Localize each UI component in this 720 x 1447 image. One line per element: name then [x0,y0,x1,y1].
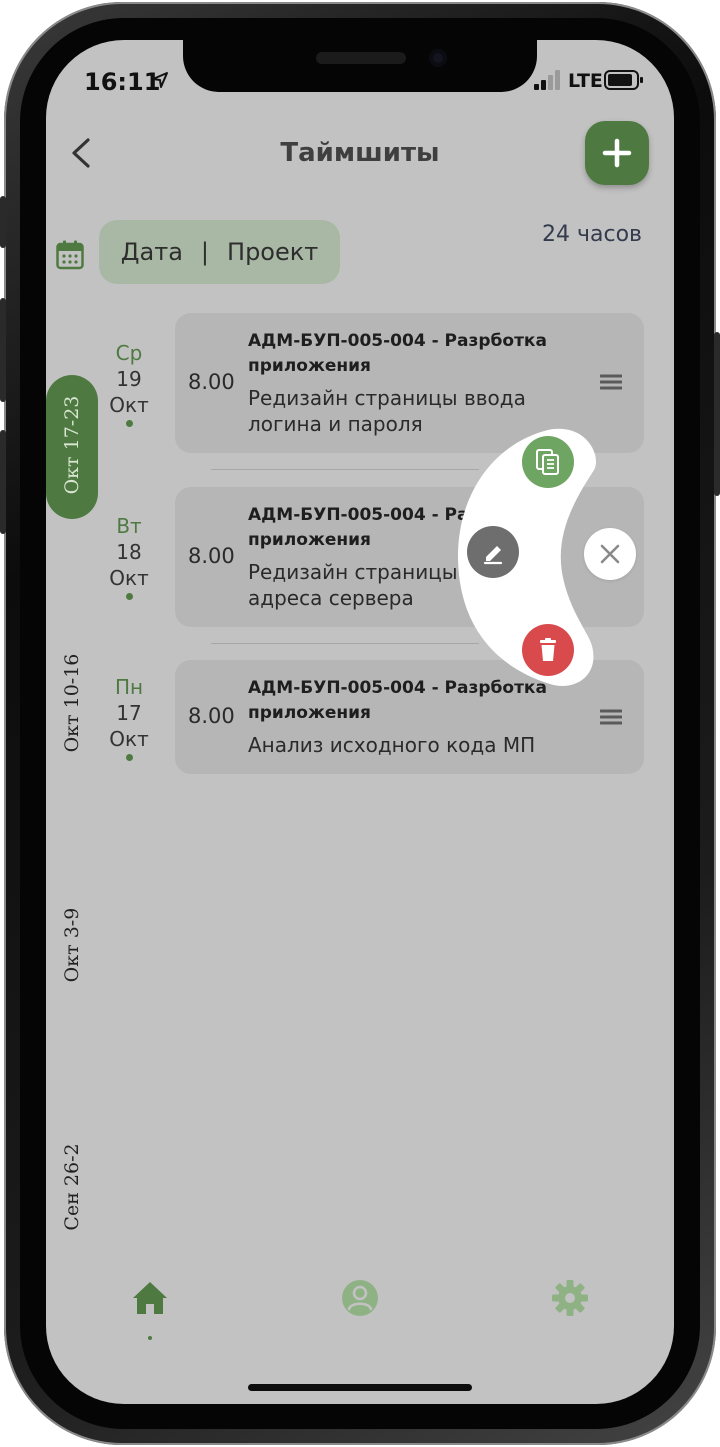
day-month: Окт [109,566,149,590]
cellular-signal-icon [534,70,562,90]
home-icon [133,1282,167,1314]
entry-hours: 8.00 [188,544,235,568]
copy-button[interactable] [522,436,574,488]
mute-switch [0,196,6,248]
plus-icon [602,138,632,168]
day-dot [125,593,133,600]
power-button [714,332,720,496]
status-time: 16:11 [84,68,161,96]
close-menu-button[interactable] [584,528,636,580]
battery-icon [604,70,644,90]
day-number: 18 [116,540,142,564]
day-dot [125,420,133,427]
week-item[interactable]: Окт 10-16 [61,608,83,798]
edit-icon [483,546,503,565]
close-icon [600,544,620,564]
entry-hours: 8.00 [188,370,235,394]
divider [211,469,479,470]
entry-description: Анализ исходного кода МП [248,733,536,757]
drag-handle-icon[interactable] [599,373,623,391]
add-timesheet-button[interactable] [585,121,649,185]
entry-project: АДМ-БУП-005-004 - Разрботка приложения [248,331,547,376]
volume-up-button [0,298,6,402]
volume-down-button [0,430,6,534]
home-indicator [248,1384,472,1391]
front-camera [429,49,447,67]
day-number: 17 [116,701,142,725]
day-month: Окт [109,727,149,751]
day-dot [125,754,133,761]
earpiece [316,52,406,64]
profile-icon [342,1280,378,1316]
app-screen: 16:11 LTE Таймшиты Дата | Проект 24 часо… [46,40,674,1404]
delete-button[interactable] [522,624,574,676]
day-weekday: Вт [116,514,142,538]
filter-project-option[interactable]: Проект [227,238,318,266]
day-month: Окт [109,393,149,417]
total-hours: 24 часов [542,222,642,247]
location-arrow-icon [150,70,170,95]
notch [183,40,537,92]
day-weekday: Ср [115,341,143,365]
drag-handle-icon[interactable] [599,708,623,726]
tab-settings[interactable] [550,1278,590,1318]
day-number: 19 [116,367,142,391]
day-weekday: Пн [114,675,144,699]
filter-date-option[interactable]: Дата [121,238,183,266]
active-tab-indicator [148,1336,152,1340]
week-item[interactable]: Окт 17-23 [61,350,83,540]
settings-icon [552,1280,588,1316]
divider [211,643,479,644]
filter-separator: | [200,238,210,266]
calendar-icon[interactable] [56,240,84,270]
network-type: LTE [568,70,603,92]
page-title: Таймшиты [280,138,440,168]
tab-profile[interactable] [340,1278,380,1318]
edit-button[interactable] [467,526,519,578]
week-item[interactable]: Сен 26-2 [61,1092,83,1282]
tab-home[interactable] [130,1278,170,1318]
day-label: Ср 19 Окт [106,340,152,427]
filter-toggle: Дата | Проект [99,220,340,284]
day-label: Вт 18 Окт [106,513,152,600]
trash-icon [540,638,556,661]
entry-hours: 8.00 [188,704,235,728]
copy-icon [536,449,559,475]
week-item[interactable]: Окт 3-9 [61,850,83,1040]
day-label: Пн 17 Окт [106,674,152,761]
